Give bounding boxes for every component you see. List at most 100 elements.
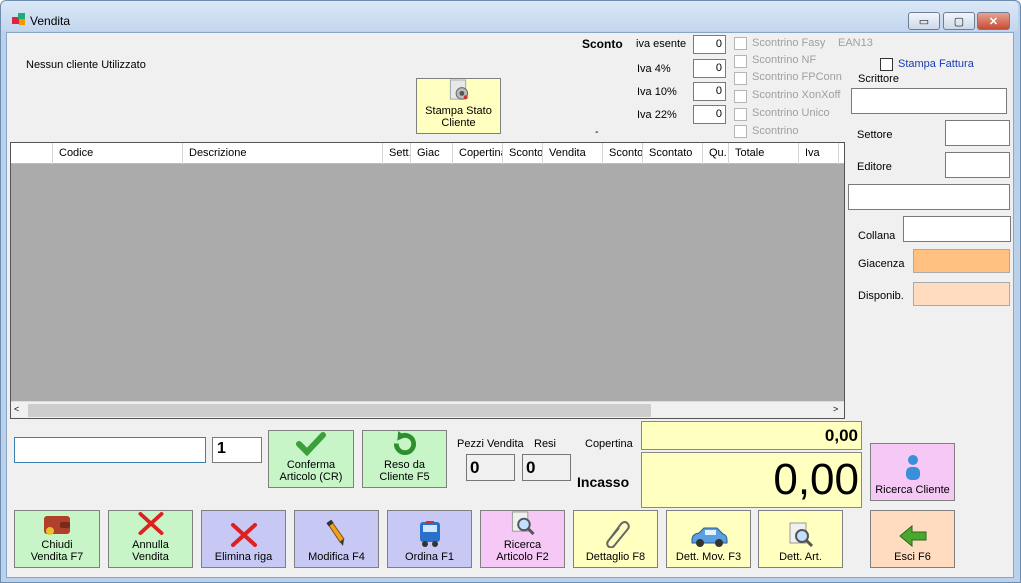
- maximize-button[interactable]: ▢: [943, 12, 975, 30]
- modify-button[interactable]: Modifica F4: [294, 510, 379, 568]
- receipt-nf-checkbox[interactable]: [734, 55, 747, 68]
- table-header: Codice Descrizione Sett. Giac Copertina …: [11, 143, 844, 164]
- close-sale-button[interactable]: Chiudi Vendita F7: [14, 510, 100, 568]
- customer-status: Nessun cliente Utilizzato: [26, 59, 146, 71]
- arrow-left-icon: [898, 524, 926, 548]
- quantity-input[interactable]: 1: [212, 437, 262, 463]
- detail-label: Dettaglio F8: [585, 551, 646, 563]
- magnifier-icon: [511, 511, 535, 536]
- refresh-icon: [393, 431, 416, 456]
- vat-4-discount-input[interactable]: 0: [693, 59, 726, 78]
- cancel-sale-button[interactable]: Annulla Vendita: [108, 510, 193, 568]
- receipt-xonxoff-checkbox[interactable]: [734, 90, 747, 103]
- sector-field[interactable]: [945, 120, 1010, 146]
- scroll-right-icon[interactable]: >: [833, 404, 838, 414]
- receipt-unico-label: Scontrino Unico: [752, 107, 830, 119]
- sector-label: Settore: [857, 129, 893, 141]
- title-bar: [1, 1, 1018, 31]
- magnifier-icon: [789, 522, 813, 548]
- receipt-plain-label: Scontrino: [752, 125, 799, 137]
- horizontal-scrollbar[interactable]: < >: [11, 401, 844, 418]
- movement-detail-button[interactable]: Dett. Mov. F3: [666, 510, 751, 568]
- article-detail-button[interactable]: Dett. Art.: [758, 510, 843, 568]
- returns-value: 0: [522, 454, 571, 481]
- publisher-name-field[interactable]: [848, 184, 1010, 210]
- receipt-nf-label: Scontrino NF: [752, 54, 817, 66]
- column-cover[interactable]: Copertina: [453, 143, 503, 164]
- close-button[interactable]: ✕: [977, 12, 1010, 30]
- column-discounted[interactable]: Scontato: [643, 143, 703, 164]
- minimize-icon: ▭: [918, 15, 930, 28]
- column-description[interactable]: Descrizione: [183, 143, 383, 164]
- stock-label: Giacenza: [858, 258, 905, 270]
- column-sale[interactable]: Vendita: [543, 143, 603, 164]
- search-article-button[interactable]: Ricerca Articolo F2: [480, 510, 565, 568]
- close-sale-label: Chiudi Vendita F7: [30, 539, 84, 563]
- writer-field[interactable]: [851, 88, 1007, 114]
- row-header-column: [11, 143, 53, 164]
- print-customer-state-button[interactable]: Stampa Stato Cliente: [416, 78, 501, 134]
- vat-4-label: Iva 4%: [637, 63, 671, 75]
- vat-22-discount-input[interactable]: 0: [693, 105, 726, 124]
- delete-row-label: Elimina riga: [214, 551, 273, 563]
- column-quantity[interactable]: Qu.: [703, 143, 729, 164]
- receipt-fasy-checkbox[interactable]: [734, 37, 747, 50]
- window-title: Vendita: [30, 14, 71, 28]
- confirm-article-label: Conferma Articolo (CR): [279, 459, 343, 483]
- vat-exempt-discount-input[interactable]: 0: [693, 35, 726, 54]
- wallet-icon: [44, 516, 70, 535]
- publisher-field[interactable]: [945, 152, 1010, 178]
- returns-label: Resi: [534, 438, 557, 450]
- receipt-fpconn-checkbox[interactable]: [734, 72, 747, 85]
- receipt-unico-checkbox[interactable]: [734, 108, 747, 121]
- available-label: Disponib.: [858, 290, 904, 302]
- pieces-sold-label: Pezzi Vendita: [457, 438, 524, 450]
- available-field: [913, 282, 1010, 306]
- search-article-label: Ricerca Articolo F2: [496, 539, 549, 563]
- search-customer-label: Ricerca Cliente: [875, 484, 950, 496]
- order-button[interactable]: Ordina F1: [387, 510, 472, 568]
- discount-heading: Sconto: [582, 37, 623, 51]
- cancel-sale-label: Annulla Vendita: [132, 539, 169, 563]
- minimize-button[interactable]: ▭: [908, 12, 940, 30]
- maximize-icon: ▢: [953, 15, 965, 28]
- exit-label: Esci F6: [894, 551, 931, 563]
- scroll-left-icon[interactable]: <: [14, 404, 19, 414]
- modify-label: Modifica F4: [308, 551, 365, 563]
- column-discount[interactable]: Sconto: [503, 143, 543, 164]
- pieces-sold-value: 0: [466, 454, 515, 481]
- writer-label: Scrittore: [858, 73, 899, 85]
- red-x-icon: [230, 523, 257, 547]
- app-icon: [12, 13, 25, 25]
- column-total[interactable]: Totale: [729, 143, 799, 164]
- column-code[interactable]: Codice: [53, 143, 183, 164]
- column-discount-2[interactable]: Sconto: [603, 143, 643, 164]
- checkmark-icon: [296, 432, 326, 456]
- search-customer-button[interactable]: Ricerca Cliente: [870, 443, 955, 501]
- ean13-label: EAN13: [838, 37, 873, 49]
- income-label: Incasso: [577, 474, 630, 490]
- delete-row-button[interactable]: Elimina riga: [201, 510, 286, 568]
- receipt-plain-checkbox[interactable]: [734, 125, 747, 138]
- paperclip-icon: [605, 521, 630, 548]
- column-sector[interactable]: Sett.: [383, 143, 411, 164]
- discount-dash: -: [595, 126, 599, 138]
- column-vat[interactable]: Iva: [799, 143, 839, 164]
- article-code-input[interactable]: [14, 437, 206, 463]
- series-field[interactable]: [903, 216, 1011, 242]
- print-invoice-checkbox[interactable]: [880, 58, 893, 71]
- car-icon: [691, 527, 727, 547]
- column-stock[interactable]: Giac: [411, 143, 453, 164]
- red-x-icon: [137, 511, 163, 536]
- scroll-thumb[interactable]: [28, 404, 651, 417]
- items-table[interactable]: Codice Descrizione Sett. Giac Copertina …: [10, 142, 845, 419]
- print-customer-state-label: Stampa Stato Cliente: [425, 105, 492, 129]
- publisher-label: Editore: [857, 161, 892, 173]
- confirm-article-button[interactable]: Conferma Articolo (CR): [268, 430, 354, 488]
- print-invoice-label: Stampa Fattura: [898, 58, 974, 70]
- customer-return-button[interactable]: Reso da Cliente F5: [362, 430, 447, 488]
- receipt-fasy-label: Scontrino Fasy: [752, 37, 826, 49]
- vat-10-discount-input[interactable]: 0: [693, 82, 726, 101]
- detail-button[interactable]: Dettaglio F8: [573, 510, 658, 568]
- exit-button[interactable]: Esci F6: [870, 510, 955, 568]
